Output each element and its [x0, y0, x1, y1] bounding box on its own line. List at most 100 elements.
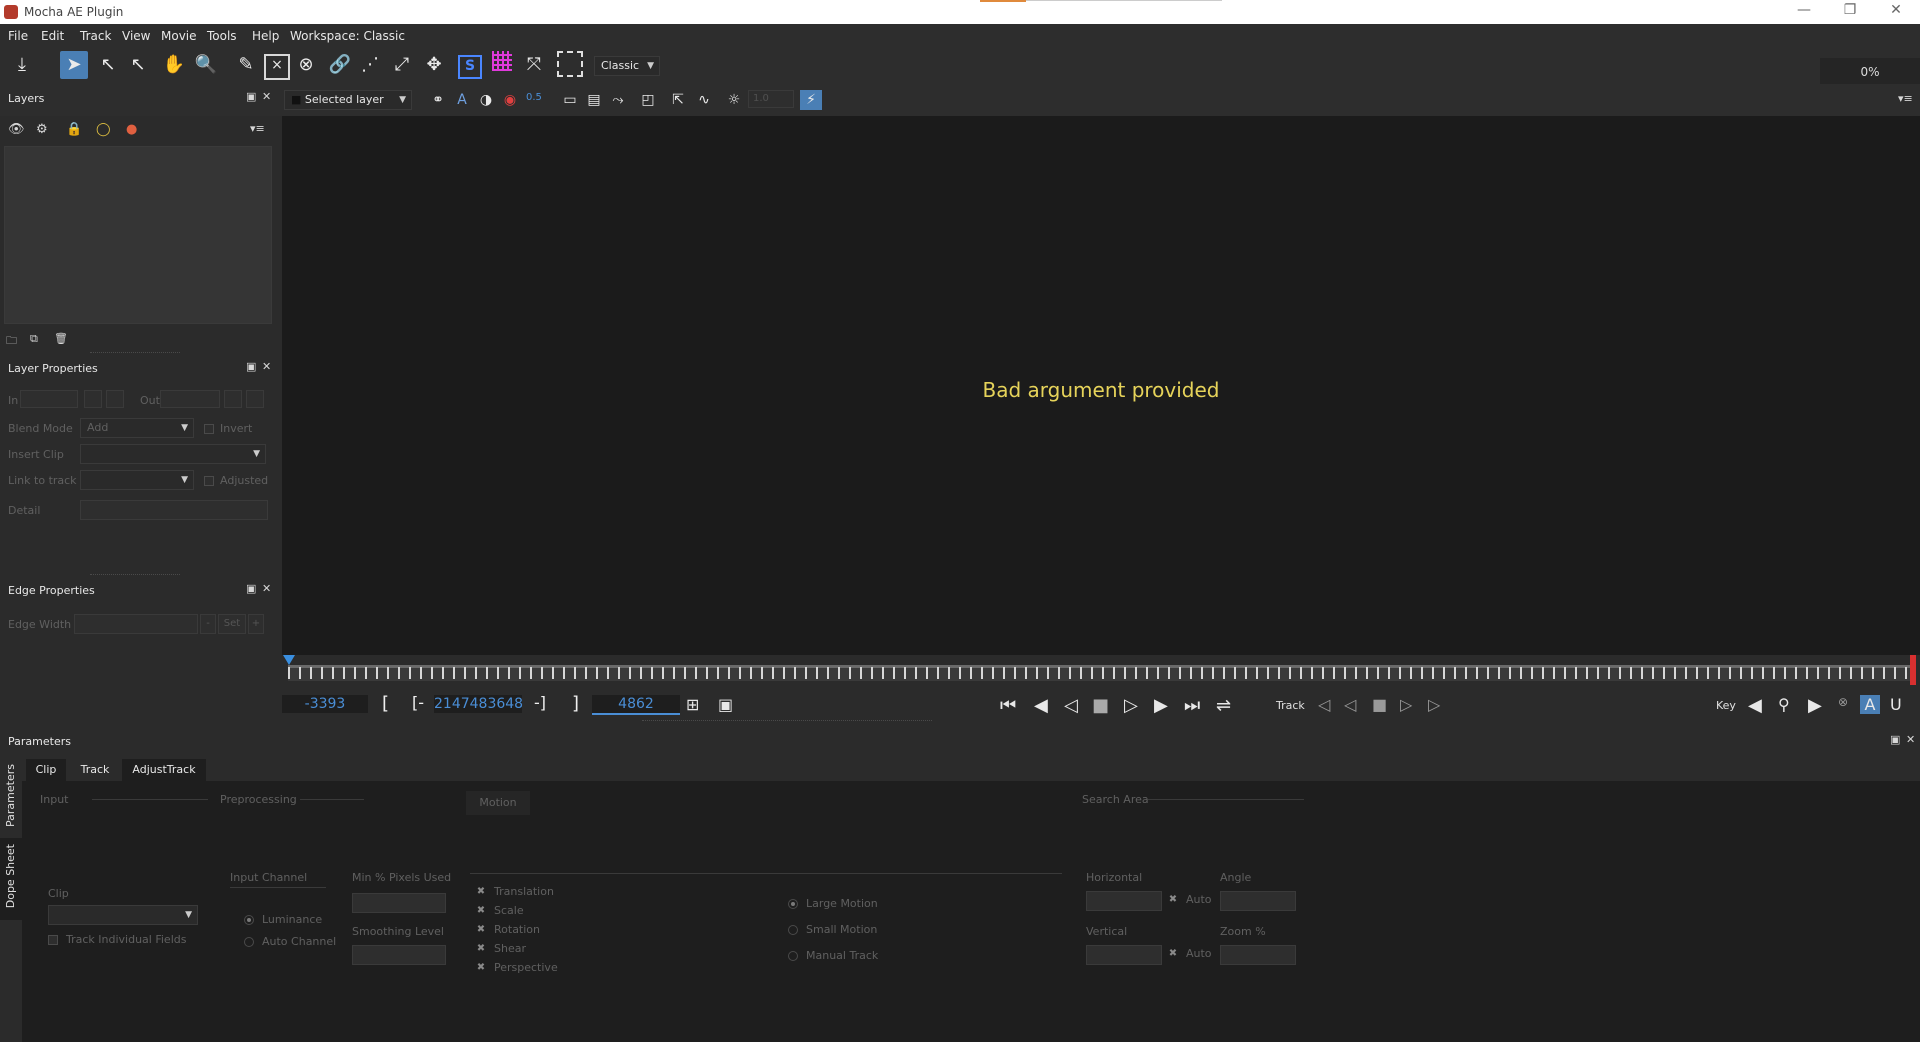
pick-tool-icon[interactable]: ➤ [60, 51, 88, 79]
track-backward-icon[interactable]: ◁ [1318, 695, 1330, 714]
menu-edit[interactable]: Edit [41, 29, 64, 43]
insert-clip-select[interactable]: ▼ [80, 444, 266, 464]
autokey-icon[interactable]: A [1860, 695, 1880, 714]
surface-tool-icon[interactable]: S [456, 51, 484, 79]
blend-mode-select[interactable]: Add ▼ [80, 418, 194, 438]
edge-width-increase-button[interactable]: + [248, 614, 264, 634]
horizontal-field[interactable] [1086, 891, 1162, 911]
workspace-select[interactable]: Classic ▼ [594, 56, 660, 76]
scale-tool-icon[interactable]: ⤢ [388, 51, 416, 79]
track-forward-icon[interactable]: ▷ [1428, 695, 1440, 714]
splitter[interactable] [90, 574, 180, 575]
smoothing-level-field[interactable] [352, 945, 446, 965]
go-out-button[interactable] [246, 390, 264, 408]
in-point-field[interactable] [20, 390, 78, 408]
stop-icon[interactable]: ■ [1092, 695, 1109, 716]
edge-width-field[interactable] [74, 614, 198, 634]
layer-color-icon[interactable]: ● [126, 122, 137, 137]
track-step-forward-icon[interactable]: ▷ [1400, 695, 1412, 714]
create-spline-icon[interactable]: ✎ [232, 51, 260, 79]
rotation-checkbox[interactable]: ✖ [476, 925, 486, 935]
hand-tool-icon[interactable]: ✋ [160, 51, 188, 79]
tab-clip[interactable]: Clip [26, 759, 66, 781]
add-point-icon[interactable]: ↖ [124, 51, 152, 79]
new-folder-icon[interactable]: 🗀 [6, 332, 17, 351]
close-panel-icon[interactable]: ✕ [1906, 733, 1915, 746]
splitter[interactable] [90, 352, 180, 353]
minimize-button[interactable]: — [1784, 2, 1824, 22]
play-backward-icon[interactable]: ◀ [1034, 695, 1048, 716]
eye-icon[interactable]: 👁 [8, 122, 25, 137]
menu-help[interactable]: Help [252, 29, 279, 43]
go-to-out-bracket[interactable]: ] [572, 693, 579, 714]
playhead-marker[interactable] [283, 655, 295, 665]
auto-channel-radio[interactable] [244, 937, 254, 947]
float-panel-icon[interactable]: ▣ [246, 90, 256, 103]
vertical-auto-checkbox[interactable]: ✖ [1168, 949, 1178, 959]
invert-checkbox[interactable] [204, 424, 214, 434]
zoom-timeline-icon[interactable]: ▣ [718, 695, 733, 714]
close-panel-icon[interactable]: ✕ [262, 582, 271, 595]
float-panel-icon[interactable]: ▣ [1890, 733, 1900, 746]
next-key-icon[interactable]: ▶ [1808, 695, 1822, 716]
menu-movie[interactable]: Movie [161, 29, 197, 43]
out-point-field[interactable]: 4862 [592, 695, 680, 715]
prev-key-icon[interactable]: ◀ [1748, 695, 1762, 716]
go-in-button[interactable] [106, 390, 124, 408]
tab-adjust-track[interactable]: AdjustTrack [122, 759, 206, 781]
horizontal-auto-checkbox[interactable]: ✖ [1168, 895, 1178, 905]
side-tab-dope-sheet[interactable]: Dope Sheet [0, 838, 22, 920]
curve-icon[interactable]: ∿ [690, 86, 718, 114]
add-key-icon[interactable]: ⚲ [1778, 695, 1790, 714]
tab-track[interactable]: Track [74, 759, 116, 781]
go-to-end-icon[interactable]: ⏭ [1184, 695, 1200, 716]
panel-menu-icon[interactable]: ▾≡ [1898, 92, 1913, 105]
layers-menu-icon[interactable]: ▾≡ [250, 122, 265, 135]
menu-tools[interactable]: Tools [207, 29, 237, 43]
brightness-icon[interactable]: ☼ [720, 86, 748, 114]
angle-field[interactable] [1220, 891, 1296, 911]
cursor-icon[interactable]: ⇱ [664, 86, 692, 114]
perspective-checkbox[interactable]: ✖ [476, 963, 486, 973]
trash-icon[interactable]: 🗑 [54, 332, 68, 345]
shear-checkbox[interactable]: ✖ [476, 944, 486, 954]
viewer-canvas[interactable]: Bad argument provided [282, 116, 1920, 655]
save-icon[interactable]: ⤓ [8, 51, 36, 79]
layer-view-select[interactable]: ■ Selected layer ▼ [284, 90, 412, 110]
min-pixels-field[interactable] [352, 893, 446, 913]
opacity-value[interactable]: 0.5 [526, 92, 542, 103]
track-step-back-icon[interactable]: ◁ [1344, 695, 1356, 714]
layers-list[interactable] [4, 146, 272, 324]
zoom-percent-field[interactable] [1220, 945, 1296, 965]
in-point-field[interactable]: 2147483648 [434, 695, 523, 713]
fit-view-icon[interactable]: ⤧ [520, 51, 548, 79]
magnetic-tool-icon[interactable]: ⋰ [356, 51, 384, 79]
matte-icon[interactable]: ◉ [496, 86, 524, 114]
restore-button[interactable]: ❐ [1830, 2, 1870, 22]
float-panel-icon[interactable]: ▣ [246, 360, 256, 373]
link-to-track-select[interactable]: ▼ [80, 470, 194, 490]
menu-track[interactable]: Track [80, 29, 111, 43]
track-stop-icon[interactable]: ■ [1372, 695, 1387, 714]
close-panel-icon[interactable]: ✕ [262, 360, 271, 373]
manual-track-radio[interactable] [788, 951, 798, 961]
circle-tool-icon[interactable]: ⊗ [292, 51, 320, 79]
move-tool-icon[interactable]: ✥ [420, 51, 448, 79]
go-to-in-bracket[interactable]: [ [382, 693, 389, 714]
close-button[interactable]: ✕ [1876, 2, 1916, 22]
bezier-select-icon[interactable]: ↖ [94, 51, 122, 79]
set-in-button[interactable] [84, 390, 102, 408]
menu-file[interactable]: File [8, 29, 28, 43]
edge-width-set-button[interactable]: Set [218, 614, 246, 634]
link-tool-icon[interactable]: 🔗 [326, 51, 354, 79]
zoom-tool-icon[interactable]: 🔍 [192, 51, 220, 79]
out-point-field[interactable] [160, 390, 220, 408]
menu-workspace[interactable]: Workspace: Classic [290, 29, 405, 43]
tracking-data-icon[interactable]: ⤳ [604, 86, 632, 114]
vertical-field[interactable] [1086, 945, 1162, 965]
close-panel-icon[interactable]: ✕ [262, 90, 271, 103]
clip-select[interactable]: ▼ [48, 905, 198, 925]
duplicate-layer-icon[interactable]: ⧉ [30, 332, 38, 346]
splitter[interactable] [642, 720, 932, 721]
loop-icon[interactable]: ⇌ [1216, 695, 1231, 716]
